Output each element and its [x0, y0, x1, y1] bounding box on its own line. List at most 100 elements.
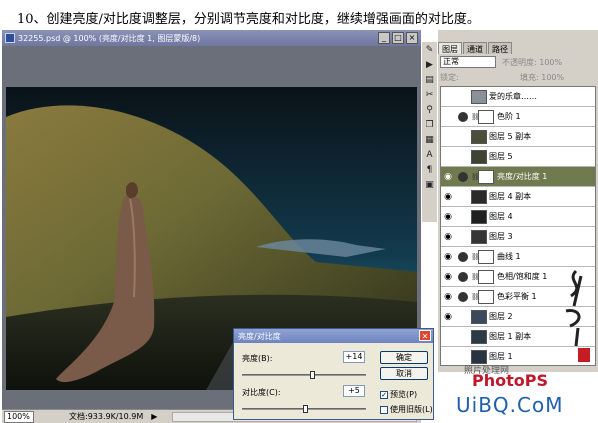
document-titlebar[interactable]: 32255.psd @ 100% (亮度/对比度 1, 图层蒙版/8) _ □ … — [2, 30, 421, 46]
layer-row[interactable]: 爱的乐章…… — [441, 87, 595, 107]
play-icon[interactable]: ▶ — [423, 59, 436, 72]
layer-name: 图层 4 — [489, 212, 513, 221]
history-icon[interactable]: ❐ — [423, 119, 436, 132]
document-title: 32255.psd @ 100% (亮度/对比度 1, 图层蒙版/8) — [18, 34, 201, 43]
layer-thumbnail[interactable] — [471, 329, 487, 344]
layer-row[interactable]: ◉ 图层 3 — [441, 227, 595, 247]
layer-mask-thumbnail[interactable] — [478, 289, 494, 304]
eye-icon[interactable]: ◉ — [441, 172, 455, 182]
link-icon[interactable]: ⛓ — [471, 293, 480, 301]
layer-thumbnail[interactable] — [471, 349, 487, 364]
layer-name: 图层 5 — [489, 152, 513, 161]
brightness-contrast-dialog: 亮度/对比度 ✕ 亮度(B): +14 对比度(C): +5 确定 取消 ✓ 预… — [233, 328, 434, 420]
layer-mask-thumbnail[interactable] — [478, 269, 494, 284]
layer-mask-thumbnail[interactable] — [478, 109, 494, 124]
blend-mode-select[interactable]: 正常 — [440, 56, 496, 68]
layer-name: 色阶 1 — [497, 112, 521, 121]
link-icon[interactable]: ⛓ — [471, 253, 480, 261]
layer-name: 爱的乐章…… — [489, 92, 537, 101]
adjustment-icon — [458, 251, 468, 262]
watermark-url: UiBQ.CoM — [456, 393, 564, 417]
preview-checkbox[interactable]: ✓ 预览(P) — [380, 389, 417, 400]
contrast-input[interactable]: +5 — [343, 385, 365, 397]
layer-name: 图层 1 副本 — [489, 332, 532, 341]
link-icon[interactable]: ⛓ — [471, 173, 480, 181]
document-size-info: 文档:933.9K/10.9M — [69, 412, 144, 421]
layer-row[interactable]: ◉ ⛓ 亮度/对比度 1 — [441, 167, 595, 187]
brightness-input[interactable]: +14 — [343, 351, 365, 363]
ok-button[interactable]: 确定 — [380, 351, 428, 364]
calligraphy-seal — [565, 269, 590, 362]
dialog-title: 亮度/对比度 — [238, 332, 281, 341]
contrast-slider[interactable] — [242, 405, 366, 413]
maximize-button[interactable]: □ — [392, 32, 404, 44]
legacy-checkbox[interactable]: 使用旧版(L) — [380, 404, 433, 415]
brush-icon[interactable]: ✎ — [423, 44, 436, 57]
layer-name: 图层 2 — [489, 312, 513, 321]
window-buttons: _ □ × — [378, 32, 418, 44]
eye-icon[interactable]: ◉ — [441, 312, 455, 322]
eye-icon[interactable]: ◉ — [441, 192, 455, 202]
clone-icon[interactable]: ⚲ — [423, 104, 436, 117]
opacity-label[interactable]: 不透明度: 100% — [502, 57, 562, 68]
layer-row[interactable]: 图层 5 副本 — [441, 127, 595, 147]
layer-thumbnail[interactable] — [471, 129, 487, 144]
fill-label[interactable]: 填充: 100% — [520, 72, 564, 83]
layer-row[interactable]: ⛓ 色阶 1 — [441, 107, 595, 127]
layer-mask-thumbnail[interactable] — [478, 169, 494, 184]
layer-name: 图层 3 — [489, 232, 513, 241]
brightness-slider[interactable] — [242, 371, 366, 379]
tab-layers[interactable]: 图层 — [438, 42, 462, 54]
eye-icon[interactable]: ◉ — [441, 232, 455, 242]
eye-icon[interactable]: ◉ — [441, 212, 455, 222]
eye-icon[interactable]: ◉ — [441, 252, 455, 262]
layer-thumbnail[interactable] — [471, 189, 487, 204]
eye-icon[interactable]: ◉ — [441, 292, 455, 302]
brightness-slider-thumb[interactable] — [309, 371, 315, 379]
contrast-slider-thumb[interactable] — [303, 405, 309, 413]
zoom-field[interactable]: 100% — [4, 410, 34, 423]
preview-checkbox-box[interactable]: ✓ — [380, 390, 388, 399]
tab-paths[interactable]: 路径 — [488, 42, 512, 54]
tab-channels[interactable]: 通道 — [463, 42, 487, 54]
dialog-titlebar[interactable]: 亮度/对比度 ✕ — [234, 329, 433, 343]
layer-row[interactable]: 图层 5 — [441, 147, 595, 167]
layer-name: 图层 1 — [489, 352, 513, 361]
layer-name: 亮度/对比度 1 — [497, 172, 548, 181]
layers-icon[interactable]: ▦ — [423, 134, 436, 147]
layer-thumbnail[interactable] — [471, 229, 487, 244]
layer-mask-thumbnail[interactable] — [478, 249, 494, 264]
layer-name: 图层 4 副本 — [489, 192, 532, 201]
adjustment-icon — [458, 111, 468, 122]
layer-name: 色相/饱和度 1 — [497, 272, 548, 281]
close-button[interactable]: × — [406, 32, 418, 44]
eye-icon[interactable]: ◉ — [441, 272, 455, 282]
preview-label: 预览(P) — [390, 390, 418, 399]
scissors-icon[interactable]: ✂ — [423, 89, 436, 102]
layer-thumbnail[interactable] — [471, 89, 487, 104]
layer-row[interactable]: ◉ 图层 4 — [441, 207, 595, 227]
watermark-logo: PhotoPS — [472, 371, 548, 390]
cancel-button[interactable]: 取消 — [380, 367, 428, 380]
layer-name: 曲线 1 — [497, 252, 521, 261]
type-icon[interactable]: A — [423, 149, 436, 162]
link-icon[interactable]: ⛓ — [471, 113, 480, 121]
layer-row[interactable]: ◉ ⛓ 曲线 1 — [441, 247, 595, 267]
minimize-button[interactable]: _ — [378, 32, 390, 44]
layer-thumbnail[interactable] — [471, 149, 487, 164]
layer-thumbnail[interactable] — [471, 309, 487, 324]
legacy-checkbox-box[interactable] — [380, 405, 388, 414]
dialog-close-button[interactable]: ✕ — [419, 330, 431, 341]
panel-tabs: 图层 通道 路径 — [438, 42, 513, 54]
layer-thumbnail[interactable] — [471, 209, 487, 224]
adjustment-icon — [458, 291, 468, 302]
legacy-label: 使用旧版(L) — [390, 405, 433, 414]
layer-row[interactable]: ◉ 图层 4 副本 — [441, 187, 595, 207]
link-icon[interactable]: ⛓ — [471, 273, 480, 281]
contrast-label: 对比度(C): — [242, 388, 281, 397]
status-menu-arrow-icon[interactable]: ▶ — [151, 412, 157, 421]
dock-icon[interactable]: ▤ — [423, 74, 436, 87]
info-icon[interactable]: ▣ — [423, 179, 436, 192]
paragraph-icon[interactable]: ¶ — [423, 164, 436, 177]
layer-name: 色彩平衡 1 — [497, 292, 537, 301]
